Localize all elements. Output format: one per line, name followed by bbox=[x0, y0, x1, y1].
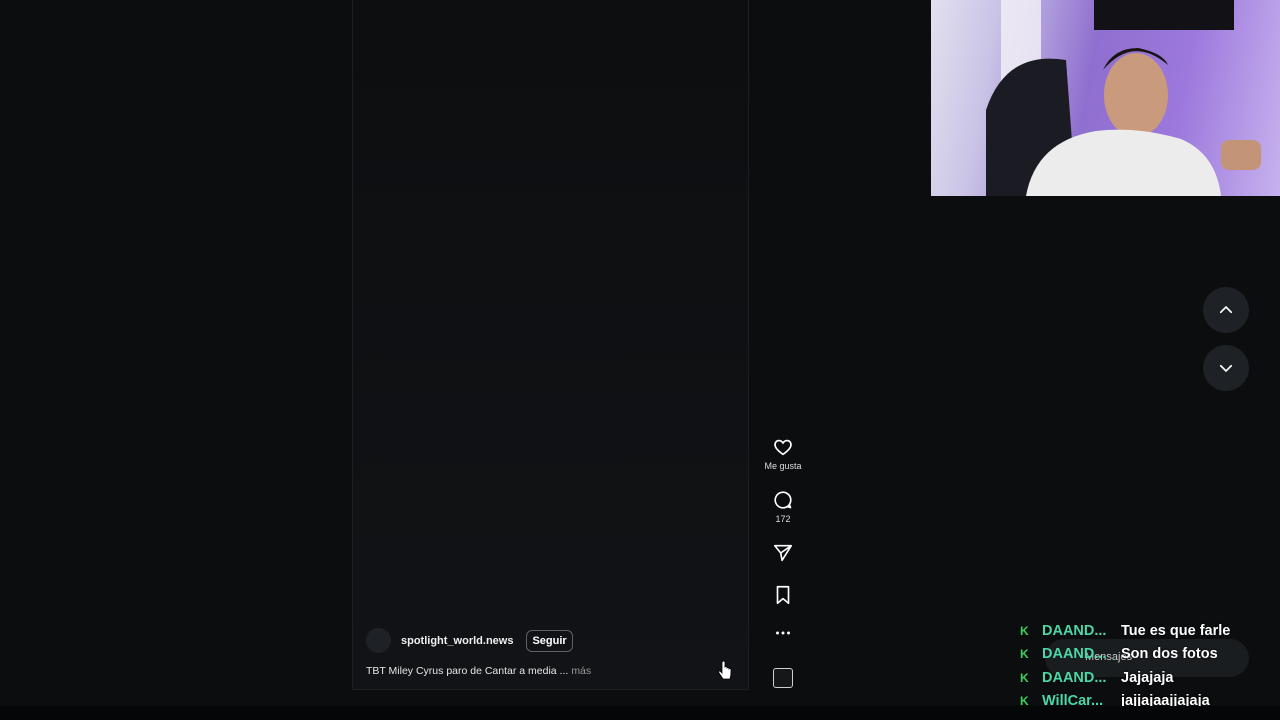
audio-thumbnail[interactable] bbox=[760, 668, 806, 688]
chat-text: Jajajaja bbox=[1121, 669, 1174, 686]
hand-cursor-icon bbox=[718, 661, 732, 680]
caption-text: TBT Miley Cyrus paro de Cantar a media .… bbox=[366, 665, 569, 677]
chevron-down-icon bbox=[1219, 364, 1233, 372]
previous-reel-button[interactable] bbox=[1203, 287, 1249, 333]
chat-username: DAAND... bbox=[1042, 669, 1107, 686]
chat-message: K DAAND... Son dos fotos bbox=[1020, 643, 1280, 667]
save-button[interactable] bbox=[760, 584, 806, 606]
more-options-button[interactable] bbox=[760, 626, 806, 640]
bottom-bar bbox=[0, 706, 1280, 720]
kick-badge-icon: K bbox=[1020, 647, 1029, 662]
chat-overlay: K DAAND... Tue es que farle K DAAND... S… bbox=[1020, 619, 1280, 713]
chat-message: K DAAND... Tue es que farle bbox=[1020, 619, 1280, 643]
next-reel-button[interactable] bbox=[1203, 345, 1249, 391]
chevron-up-icon bbox=[1219, 306, 1233, 314]
chat-message: K DAAND... Jajajaja bbox=[1020, 666, 1280, 690]
webcam-overlay bbox=[931, 0, 1280, 196]
webcam-scene bbox=[986, 0, 1261, 196]
reel-footer: spotlight_world.news Seguir TBT Miley Cy… bbox=[366, 628, 736, 677]
send-icon bbox=[773, 544, 793, 562]
like-button[interactable]: Me gusta bbox=[760, 436, 806, 471]
share-button[interactable] bbox=[760, 542, 806, 564]
bookmark-icon bbox=[776, 585, 790, 605]
reel-video[interactable]: spotlight_world.news Seguir TBT Miley Cy… bbox=[352, 0, 749, 690]
avatar[interactable] bbox=[366, 628, 391, 653]
more-link[interactable]: más bbox=[571, 665, 591, 677]
caption: TBT Miley Cyrus paro de Cantar a media .… bbox=[366, 665, 736, 677]
comment-icon bbox=[774, 491, 792, 509]
chat-text: Son dos fotos bbox=[1121, 646, 1218, 663]
author-row: spotlight_world.news Seguir bbox=[366, 628, 736, 653]
like-label: Me gusta bbox=[764, 461, 802, 471]
kick-badge-icon: K bbox=[1020, 623, 1029, 638]
kick-badge-icon: K bbox=[1020, 670, 1029, 685]
chat-username: DAAND... bbox=[1042, 622, 1107, 639]
more-dots-icon bbox=[776, 631, 790, 635]
audio-thumbnail-image bbox=[773, 668, 793, 688]
comment-button[interactable]: 172 bbox=[760, 489, 806, 524]
post-username[interactable]: spotlight_world.news bbox=[401, 635, 513, 647]
chat-text: Tue es que farle bbox=[1121, 622, 1231, 639]
chat-username: DAAND... bbox=[1042, 646, 1107, 663]
follow-button[interactable]: Seguir bbox=[526, 629, 573, 652]
heart-icon bbox=[774, 439, 792, 456]
comment-count: 172 bbox=[775, 514, 791, 524]
